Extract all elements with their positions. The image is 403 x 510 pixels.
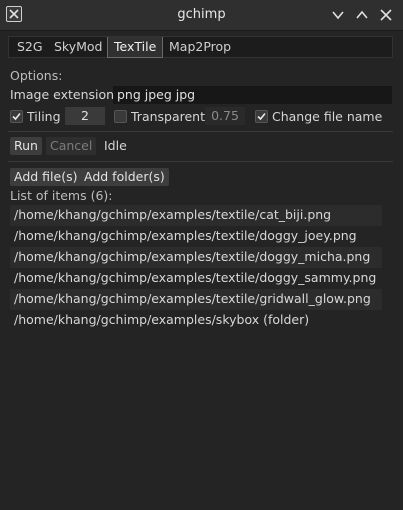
list-item[interactable]: /home/khang/gchimp/examples/textile/dogg…: [10, 247, 382, 268]
tab-skymod[interactable]: SkyMod: [48, 37, 109, 57]
change-file-name-label: Change file name: [272, 109, 383, 124]
chevron-down-icon: [332, 11, 344, 20]
check-icon: [257, 112, 266, 121]
run-button[interactable]: Run: [10, 137, 42, 155]
add-folders-button[interactable]: Add folder(s): [80, 168, 169, 186]
minimize-button[interactable]: [330, 7, 346, 23]
options-heading: Options:: [10, 68, 63, 83]
cancel-button[interactable]: Cancel: [46, 137, 97, 155]
image-extensions-label: Image extensions: [10, 87, 121, 102]
items-list: /home/khang/gchimp/examples/textile/cat_…: [10, 205, 382, 331]
tab-map2prop[interactable]: Map2Prop: [163, 37, 237, 57]
transparent-value-input[interactable]: 0.75: [205, 107, 245, 125]
list-item[interactable]: /home/khang/gchimp/examples/textile/dogg…: [10, 268, 382, 289]
divider: [8, 161, 393, 162]
tab-bar: S2G SkyMod TexTile Map2Prop: [8, 36, 393, 58]
status-text: Idle: [104, 138, 127, 153]
close-icon: [380, 9, 392, 21]
tab-textile[interactable]: TexTile: [107, 37, 164, 58]
chevron-up-icon: [356, 10, 368, 19]
list-item[interactable]: /home/khang/gchimp/examples/textile/grid…: [10, 289, 382, 310]
title-bar: gchimp: [0, 0, 403, 31]
tiling-checkbox[interactable]: [10, 110, 23, 123]
list-item[interactable]: /home/khang/gchimp/examples/textile/dogg…: [10, 226, 382, 247]
transparent-checkbox[interactable]: [114, 110, 127, 123]
transparent-label: Transparent: [131, 109, 206, 124]
tiling-value-input[interactable]: 2: [65, 107, 105, 125]
tab-s2g[interactable]: S2G: [11, 37, 49, 57]
change-file-name-checkbox[interactable]: [255, 110, 268, 123]
add-files-button[interactable]: Add file(s): [10, 168, 82, 186]
image-extensions-input[interactable]: png jpeg jpg: [113, 86, 392, 104]
list-item[interactable]: /home/khang/gchimp/examples/skybox (fold…: [10, 310, 382, 331]
divider: [8, 131, 393, 132]
close-button[interactable]: [378, 7, 394, 23]
tiling-label: Tiling: [27, 109, 61, 124]
list-item[interactable]: /home/khang/gchimp/examples/textile/cat_…: [10, 205, 382, 226]
check-icon: [12, 112, 21, 121]
list-heading: List of items (6):: [10, 188, 113, 203]
maximize-button[interactable]: [354, 7, 370, 23]
